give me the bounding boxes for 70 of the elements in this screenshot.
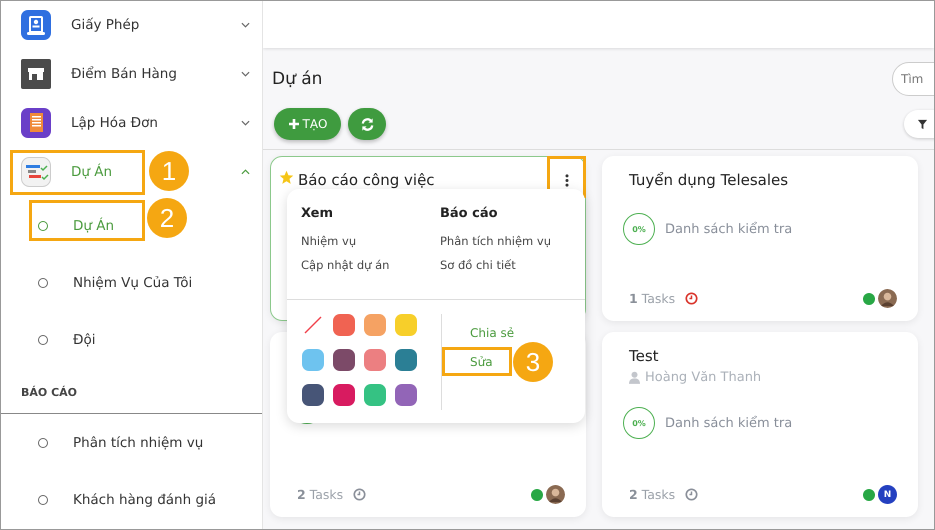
- more-icon: [564, 174, 568, 186]
- chevron-down-icon: [241, 22, 250, 28]
- page-title: Dự án: [272, 69, 322, 89]
- create-button[interactable]: TẠO: [274, 108, 341, 140]
- bullet-icon: [38, 494, 48, 504]
- sidebar-item[interactable]: Giấy Phép: [1, 1, 262, 50]
- task-count: 1 Tasks: [629, 291, 676, 306]
- bullet-icon: [38, 278, 48, 288]
- task-count: 2 Tasks: [297, 487, 344, 502]
- document-icon: [21, 108, 51, 138]
- card-title: Test: [629, 347, 659, 365]
- sidebar-item[interactable]: Điểm Bán Hàng: [1, 49, 262, 99]
- avatar: [546, 485, 565, 504]
- bullet-icon: [38, 334, 48, 344]
- sidebar-item[interactable]: Lập Hóa Đơn: [1, 98, 262, 148]
- menu-item[interactable]: Cập nhật dự án: [301, 258, 390, 272]
- menu-heading: Xem: [301, 206, 334, 221]
- refresh-icon: [360, 116, 374, 132]
- color-swatch[interactable]: [333, 314, 355, 336]
- sidebar-subitem[interactable]: Khách hàng đánh giá: [1, 471, 262, 528]
- color-swatch[interactable]: [364, 384, 386, 406]
- menu-item[interactable]: Phân tích nhiệm vụ: [440, 234, 551, 248]
- refresh-button[interactable]: [348, 108, 386, 140]
- menu-item[interactable]: Sơ đồ chi tiết: [440, 258, 516, 272]
- task-count: 2 Tasks: [629, 487, 676, 502]
- user-icon: [629, 371, 640, 384]
- certificate-icon: [21, 10, 51, 40]
- bullet-icon: [38, 220, 48, 230]
- checklist-label: Danh sách kiểm tra: [665, 222, 792, 236]
- color-swatch[interactable]: [333, 384, 355, 406]
- step-badge: 3: [513, 342, 553, 382]
- sidebar-item[interactable]: Dự Án 1: [1, 147, 262, 197]
- sidebar-subitem[interactable]: Dự Án 2: [1, 197, 262, 254]
- plus-icon: [288, 118, 300, 130]
- sidebar-subitem[interactable]: Phân tích nhiệm vụ: [1, 414, 262, 471]
- color-swatch[interactable]: [395, 314, 417, 336]
- task-list-icon: [21, 157, 51, 187]
- chevron-down-icon: [241, 71, 250, 77]
- avatar: [878, 289, 897, 308]
- search-field[interactable]: Tìm: [892, 62, 934, 96]
- chevron-up-icon: [241, 169, 250, 175]
- section-heading: BÁO CÁO: [20, 384, 78, 401]
- progress-ring: 0%: [623, 213, 655, 245]
- color-swatch[interactable]: [302, 384, 324, 406]
- sidebar-subitem[interactable]: Nhiệm Vụ Của Tôi: [1, 254, 262, 311]
- sidebar-subitem[interactable]: Đội: [1, 311, 262, 368]
- project-card[interactable]: Tuyển dụng Telesales 0% Danh sách kiểm tra 1 Tasks: [602, 156, 918, 321]
- color-swatch[interactable]: [395, 349, 417, 371]
- card-title: Báo cáo công việc: [298, 171, 435, 189]
- bullet-icon: [38, 438, 48, 448]
- store-icon: [21, 59, 51, 89]
- no-color-swatch[interactable]: [302, 314, 324, 336]
- menu-action[interactable]: Sửa: [442, 347, 512, 376]
- color-swatch[interactable]: [364, 314, 386, 336]
- step-badge: 2: [147, 198, 187, 238]
- menu-heading: Báo cáo: [440, 206, 498, 221]
- color-swatch[interactable]: [395, 384, 417, 406]
- color-swatch[interactable]: [333, 349, 355, 371]
- color-swatch[interactable]: [302, 349, 324, 371]
- owner-name: Hoàng Văn Thanh: [645, 370, 762, 385]
- color-swatch[interactable]: [364, 349, 386, 371]
- menu-item[interactable]: Nhiệm vụ: [301, 234, 356, 248]
- step-badge: 1: [149, 151, 189, 191]
- filter-icon: [917, 118, 928, 130]
- progress-ring: 0%: [623, 407, 655, 439]
- card-title: Tuyển dụng Telesales: [629, 171, 788, 189]
- chevron-down-icon: [241, 120, 250, 126]
- checklist-label: Danh sách kiểm tra: [665, 416, 792, 430]
- project-card[interactable]: Test Hoàng Văn Thanh 0% Danh sách kiểm tra 2 Tasks N: [602, 332, 918, 517]
- avatar: N: [878, 485, 897, 504]
